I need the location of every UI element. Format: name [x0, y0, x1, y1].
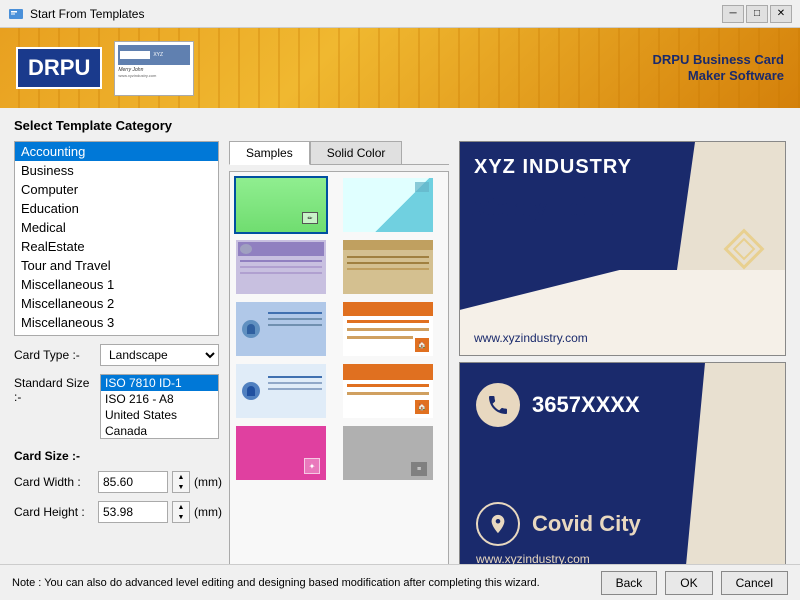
preview-location-row: Covid City [476, 502, 641, 546]
tab-samples[interactable]: Samples [229, 141, 310, 165]
preview-company-name: XYZ INDUSTRY [474, 156, 655, 179]
back-button[interactable]: Back [601, 571, 658, 595]
card-width-down[interactable]: ▼ [173, 482, 189, 492]
category-item[interactable]: Miscellaneous 3 [15, 313, 218, 332]
middle-panel: Samples Solid Color ✏ [229, 141, 449, 564]
preview-phone-row: 3657XXXX [476, 383, 640, 427]
right-panel: XYZ INDUSTRY Merry John www.xyzindustry.… [459, 141, 786, 564]
preview-card-back: 3657XXXX Covid City www.xyzindustry.com [459, 362, 786, 564]
templates-grid-wrapper[interactable]: ✏ [229, 171, 449, 564]
card-height-row: Card Height : ▲ ▼ (mm) [14, 501, 219, 523]
category-list[interactable]: AccountingBusinessComputerEducationMedic… [14, 141, 219, 336]
category-item[interactable]: Tour and Travel [15, 256, 218, 275]
template-thumb-1[interactable]: ✏ [234, 176, 328, 234]
card-size-label: Card Size :- [14, 449, 219, 463]
card-height-label: Card Height : [14, 505, 94, 519]
category-item[interactable]: Accounting [15, 142, 218, 161]
card-width-unit: (mm) [194, 475, 222, 489]
category-item[interactable]: Computer [15, 180, 218, 199]
standard-size-list[interactable]: ISO 7810 ID-1ISO 216 - A8United StatesCa… [100, 374, 219, 439]
content-row: AccountingBusinessComputerEducationMedic… [14, 141, 786, 564]
card-height-unit: (mm) [194, 505, 222, 519]
card-height-up[interactable]: ▲ [173, 502, 189, 512]
category-item[interactable]: Education [15, 199, 218, 218]
category-item[interactable]: Miscellaneous 1 [15, 275, 218, 294]
titlebar: Start From Templates ─ □ ✕ [0, 0, 800, 28]
card-width-up[interactable]: ▲ [173, 472, 189, 482]
cancel-button[interactable]: Cancel [721, 571, 788, 595]
card-height-input[interactable] [98, 501, 168, 523]
size-item[interactable]: ISO 216 - A8 [101, 391, 218, 407]
main-content: Select Template Category AccountingBusin… [0, 108, 800, 564]
footer: Note : You can also do advanced level ed… [0, 564, 800, 600]
app-title: DRPU Business Card Maker Software [653, 52, 784, 83]
preview-phone-number: 3657XXXX [532, 392, 640, 418]
template-thumb-6[interactable]: 🏠 [341, 300, 435, 358]
card-height-down[interactable]: ▼ [173, 512, 189, 522]
maximize-button[interactable]: □ [746, 5, 768, 23]
ok-button[interactable]: OK [665, 571, 712, 595]
window-controls: ─ □ ✕ [722, 5, 792, 23]
card-width-row: Card Width : ▲ ▼ (mm) [14, 471, 219, 493]
preview-back-website: www.xyzindustry.com [476, 552, 590, 564]
preview-card-front: XYZ INDUSTRY Merry John www.xyzindustry.… [459, 141, 786, 356]
tab-solid-color[interactable]: Solid Color [310, 141, 403, 165]
drpu-logo: DRPU [16, 47, 102, 89]
category-item[interactable]: Medical [15, 218, 218, 237]
templates-grid: ✏ [230, 172, 448, 486]
category-item[interactable]: Custom [15, 332, 218, 336]
template-thumb-7[interactable] [234, 362, 328, 420]
window-title: Start From Templates [30, 7, 722, 21]
template-thumb-9[interactable]: ✦ [234, 424, 328, 482]
preview-person-name: Merry John [470, 192, 665, 224]
card-height-spinner[interactable]: ▲ ▼ [172, 501, 190, 523]
card-width-input[interactable] [98, 471, 168, 493]
size-item[interactable]: ISO 7810 ID-1 [101, 375, 218, 391]
preview-diamond-logo [719, 224, 769, 274]
card-type-select[interactable]: Landscape Portrait [100, 344, 219, 366]
category-item[interactable]: Miscellaneous 2 [15, 294, 218, 313]
template-thumb-2[interactable] [341, 176, 435, 234]
preview-front-website: www.xyzindustry.com [474, 331, 588, 345]
minimize-button[interactable]: ─ [722, 5, 744, 23]
tabs-row: Samples Solid Color [229, 141, 449, 165]
size-item[interactable]: United States [101, 407, 218, 423]
footer-note: Note : You can also do advanced level ed… [12, 577, 593, 589]
preview-city: Covid City [532, 511, 641, 537]
preview-phone-icon [476, 383, 520, 427]
preview-location-icon [476, 502, 520, 546]
template-thumb-10[interactable]: ≡ [341, 424, 435, 482]
close-button[interactable]: ✕ [770, 5, 792, 23]
template-thumb-4[interactable] [341, 238, 435, 296]
header-banner: DRPU XYZ Merry John www.xyzindustry.com … [0, 28, 800, 108]
card-width-spinner[interactable]: ▲ ▼ [172, 471, 190, 493]
standard-size-row: Standard Size :- ISO 7810 ID-1ISO 216 - … [14, 374, 219, 439]
header-card-preview: XYZ Merry John www.xyzindustry.com [114, 41, 194, 96]
template-thumb-8[interactable]: 🏠 [341, 362, 435, 420]
card-width-label: Card Width : [14, 475, 94, 489]
standard-size-label: Standard Size :- [14, 374, 94, 404]
app-icon [8, 6, 24, 22]
card-type-label: Card Type :- [14, 348, 94, 362]
category-item[interactable]: Business [15, 161, 218, 180]
card-type-row: Card Type :- Landscape Portrait [14, 344, 219, 366]
section-title: Select Template Category [14, 118, 786, 133]
template-thumb-3[interactable] [234, 238, 328, 296]
category-item[interactable]: RealEstate [15, 237, 218, 256]
left-panel: AccountingBusinessComputerEducationMedic… [14, 141, 219, 564]
template-thumb-5[interactable] [234, 300, 328, 358]
size-item[interactable]: Canada [101, 423, 218, 439]
